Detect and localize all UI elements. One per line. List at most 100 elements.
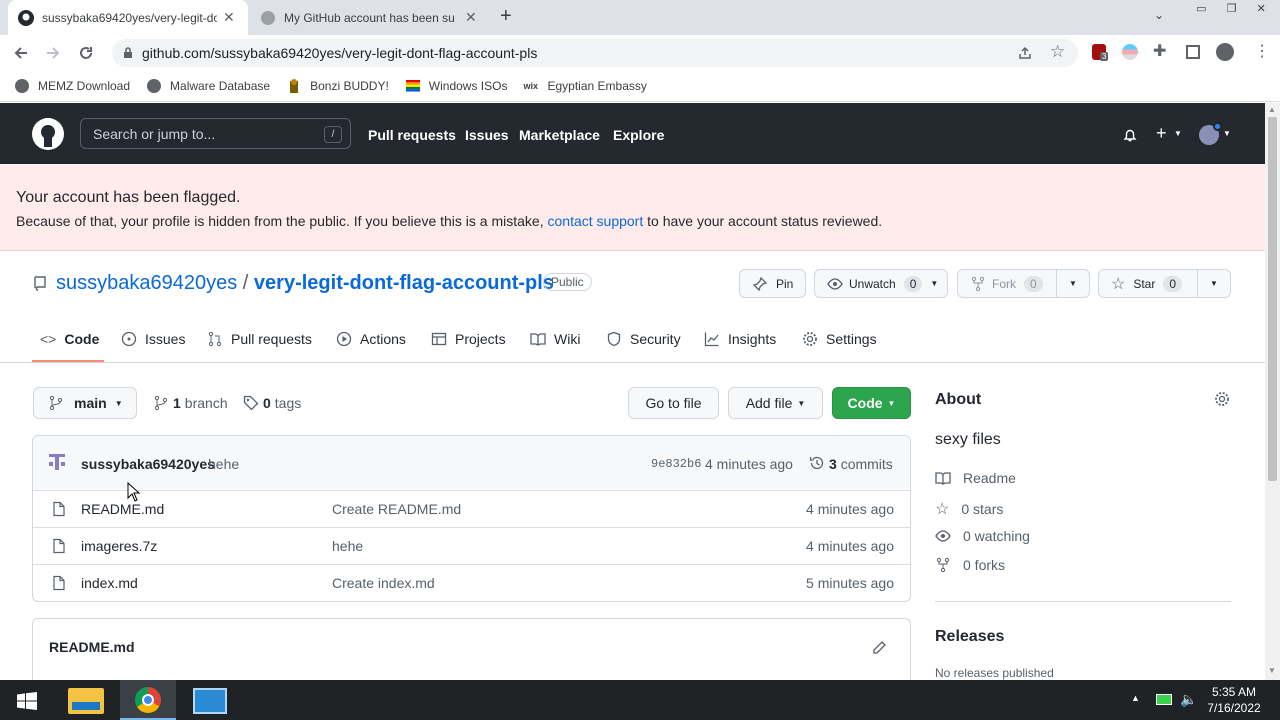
scrollbar[interactable]: ▲ ▼ [1265,103,1280,680]
chrome-taskbar-button[interactable] [120,680,176,720]
file-commit-message[interactable]: hehe [332,538,363,554]
lock-icon[interactable] [122,47,134,59]
commit-message[interactable]: hehe [208,456,239,472]
share-icon[interactable] [1018,46,1032,60]
add-file-button[interactable]: Add file ▼ [728,387,823,419]
commit-time: 4 minutes ago [705,456,793,472]
bookmark-star-icon[interactable]: ☆ [1050,42,1065,62]
github-logo-icon[interactable] [32,118,64,150]
tab-pull-requests[interactable]: Pull requests [207,331,312,347]
releases-heading[interactable]: Releases [935,628,1004,646]
file-commit-message[interactable]: Create index.md [332,575,435,591]
battery-icon[interactable] [1156,694,1172,705]
tab-projects[interactable]: Projects [431,331,506,347]
tab-wiki[interactable]: Wiki [530,331,580,347]
windows-taskbar: ▲ 🔈 5:35 AM 7/16/2022 [0,680,1280,720]
notification-dot [1213,122,1222,131]
table-row[interactable]: index.md Create index.md 5 minutes ago [33,564,910,601]
close-tab-icon[interactable]: ✕ [465,9,477,26]
pencil-icon[interactable] [871,640,887,656]
gear-icon[interactable] [1214,391,1230,407]
readme-link[interactable]: Readme [935,470,1016,486]
control-panel-icon[interactable] [193,688,227,714]
minimize-icon[interactable]: ▭ [1196,2,1206,18]
side-panel-icon[interactable] [1186,45,1200,59]
code-button[interactable]: Code ▼ [832,387,911,419]
commits-link[interactable]: 3 commits [829,456,893,472]
file-explorer-icon[interactable] [68,688,104,714]
clock[interactable]: 5:35 AM 7/16/2022 [1200,684,1268,716]
commit-sha[interactable]: 9e832b6 [651,457,701,471]
restore-icon[interactable]: ❐ [1227,2,1237,18]
tags-link[interactable]: 0 tags [243,395,301,411]
pin-button[interactable]: Pin [739,269,806,298]
tab-insights[interactable]: Insights [704,331,776,347]
go-to-file-button[interactable]: Go to file [628,387,719,419]
table-row[interactable]: imageres.7z hehe 4 minutes ago [33,527,910,564]
commit-author[interactable]: sussybaka69420yes [81,456,215,472]
contact-support-link[interactable]: contact support [548,213,644,229]
create-new-icon[interactable]: + [1156,123,1167,144]
browser-menu-icon[interactable]: ⋮ [1254,41,1270,61]
tab-actions[interactable]: Actions [336,331,406,347]
volume-icon[interactable]: 🔈 [1180,691,1197,708]
star-button[interactable]: ☆ Star 0 [1098,269,1198,298]
caret-down-icon[interactable]: ▼ [1223,129,1231,138]
star-dropdown-button[interactable]: ▼ [1197,269,1231,298]
repo-owner-link[interactable]: sussybaka69420yes [56,272,237,294]
extensions-puzzle-icon[interactable]: ✚ [1153,41,1166,61]
tab-settings[interactable]: Settings [802,331,877,347]
file-name[interactable]: index.md [81,575,138,591]
new-tab-icon[interactable]: + [500,5,512,28]
wix-icon: wix [523,80,538,91]
unwatch-button[interactable]: Unwatch 0 ▼ [814,269,948,298]
back-icon[interactable] [12,44,30,62]
tab-security[interactable]: Security [606,331,681,347]
browser-tab-active[interactable]: sussybaka69420yes/very-legit-do ✕ [8,0,248,35]
nav-issues[interactable]: Issues [465,127,509,143]
bookmark-item[interactable]: Malware Database [146,78,270,94]
scroll-up-icon[interactable]: ▲ [1268,105,1276,114]
address-bar[interactable]: github.com/sussybaka69420yes/very-legit-… [112,39,1078,67]
caret-down-icon[interactable]: ▼ [1174,129,1182,138]
search-input[interactable]: Search or jump to... / [80,118,351,149]
nav-explore[interactable]: Explore [613,127,664,143]
repo-name-link[interactable]: very-legit-dont-flag-account-pls [254,272,554,294]
bookmark-item[interactable]: MEMZ Download [14,78,130,94]
file-name[interactable]: imageres.7z [81,538,157,554]
stars-link[interactable]: ☆ 0 stars [935,499,1003,519]
watchers-link[interactable]: 0 watching [935,528,1030,544]
nav-pull-requests[interactable]: Pull requests [368,127,456,143]
fork-dropdown-button[interactable]: ▼ [1056,269,1090,298]
bookmark-item[interactable]: Bonzi BUDDY! [286,78,389,94]
adblock-extension-icon[interactable]: 3 [1092,44,1109,61]
profile-avatar-icon[interactable] [1216,43,1234,61]
file-commit-message[interactable]: Create README.md [332,501,461,517]
tab-code[interactable]: <> Code [40,331,99,347]
windows-start-icon[interactable] [17,692,37,710]
tab-search-icon[interactable]: ⌄ [1154,8,1164,22]
reload-icon[interactable] [77,44,95,62]
close-tab-icon[interactable]: ✕ [223,9,235,26]
fork-button[interactable]: Fork 0 [957,269,1057,298]
forward-icon[interactable] [44,44,62,62]
forks-link[interactable]: 0 forks [935,557,1005,573]
bookmark-item[interactable]: wix Egyptian Embassy [523,78,646,94]
file-name[interactable]: README.md [81,501,164,517]
extension-icon[interactable] [1122,44,1138,60]
commit-author-avatar[interactable] [47,452,67,472]
table-row[interactable]: README.md Create README.md 4 minutes ago [33,490,910,527]
branch-icon [49,395,63,411]
nav-marketplace[interactable]: Marketplace [519,127,600,143]
browser-tab[interactable]: My GitHub account has been su ✕ [250,0,490,35]
scrollbar-thumb[interactable] [1268,117,1277,481]
branch-select-button[interactable]: main ▼ [33,387,137,419]
tab-issues[interactable]: Issues [121,331,185,347]
show-hidden-icons-icon[interactable]: ▲ [1131,693,1140,703]
tag-icon [243,395,259,411]
scroll-down-icon[interactable]: ▼ [1268,666,1276,675]
window-close-icon[interactable]: ✕ [1257,2,1266,18]
branches-link[interactable]: 1 branch [153,395,228,411]
notifications-bell-icon[interactable] [1122,127,1138,143]
bookmark-item[interactable]: Windows ISOs [405,78,507,94]
